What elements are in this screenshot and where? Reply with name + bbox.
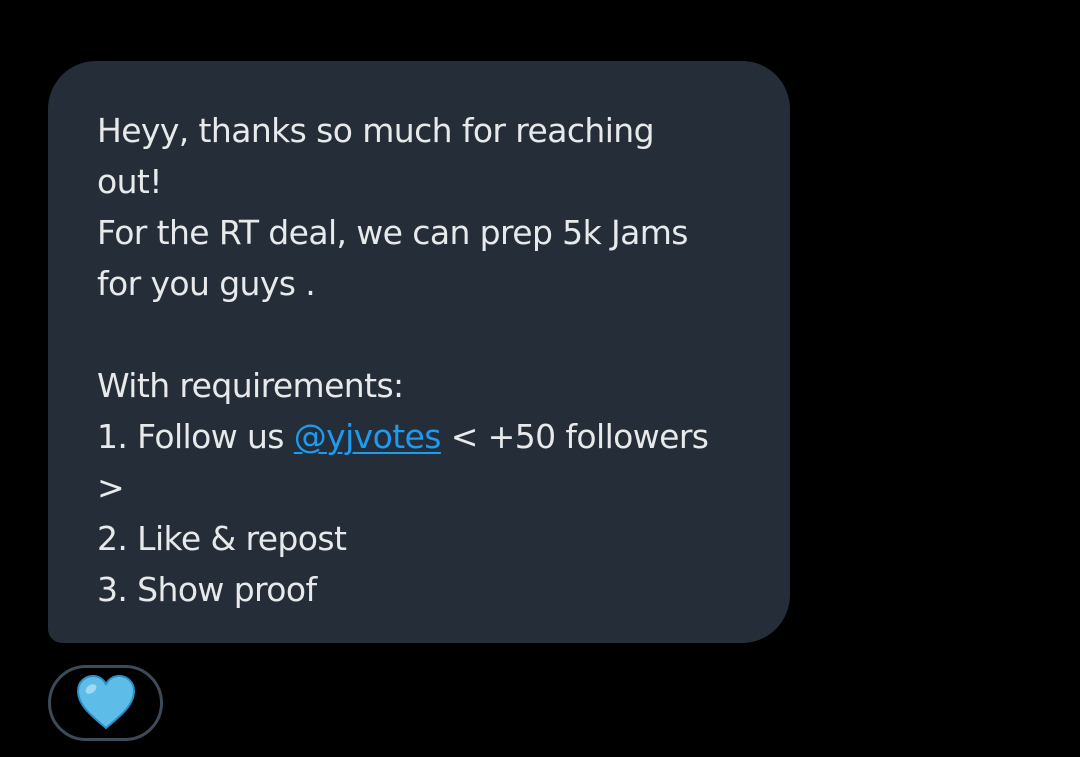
message-bubble[interactable]: Heyy, thanks so much for reaching out! F… xyxy=(48,61,790,643)
message-line: for you guys . xyxy=(97,264,316,303)
message-line: With requirements: xyxy=(97,366,404,405)
reaction-button[interactable] xyxy=(48,665,163,741)
follow-prefix: 1. Follow us xyxy=(97,417,294,456)
requirement-show-proof: 3. Show proof xyxy=(97,570,317,609)
mention-link[interactable]: @yjvotes xyxy=(294,417,442,456)
message-text: Heyy, thanks so much for reaching out! F… xyxy=(97,105,750,615)
blue-heart-svg xyxy=(76,675,135,730)
message-line: out! xyxy=(97,162,162,201)
message-line: Heyy, thanks so much for reaching xyxy=(97,111,655,150)
requirement-follow: 1. Follow us @yjvotes < +50 followers xyxy=(97,411,750,462)
requirement-like-repost: 2. Like & repost xyxy=(97,519,347,558)
blue-heart-icon xyxy=(76,675,136,731)
follow-suffix: < +50 followers xyxy=(440,417,709,456)
message-line xyxy=(97,309,750,360)
dm-conversation: Heyy, thanks so much for reaching out! F… xyxy=(0,0,1080,757)
message-line: For the RT deal, we can prep 5k Jams xyxy=(97,213,688,252)
requirement-follow-wrap: > xyxy=(97,468,125,507)
